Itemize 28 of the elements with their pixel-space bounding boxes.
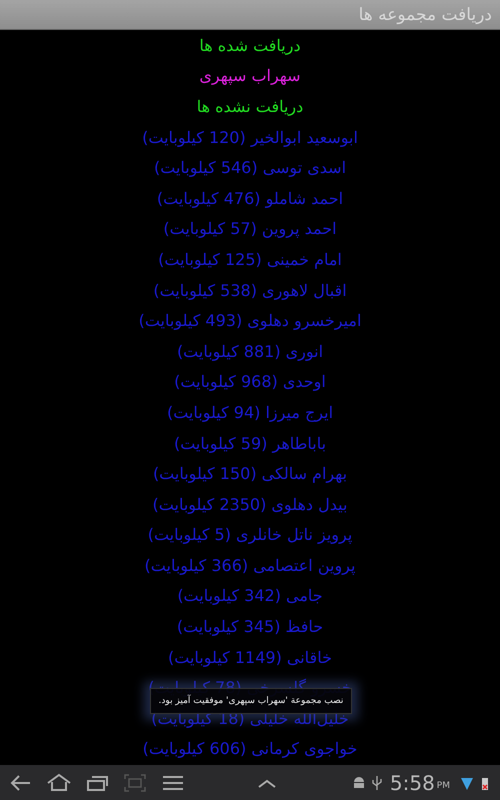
- collection-item[interactable]: جامی (342 کیلوبایت): [177, 580, 323, 612]
- collection-item[interactable]: امام خمینی (125 کیلوبایت): [158, 244, 342, 275]
- collection-item[interactable]: بیدل دهلوی (2350 کیلوبایت): [152, 488, 348, 520]
- collection-item[interactable]: حافظ (345 کیلوبایت): [176, 611, 324, 642]
- toast-message: نصب مجموعة 'سهراب سپهری' موفقیت آمیز بود.: [158, 696, 344, 706]
- collection-item[interactable]: خواجوی کرمانی (606 کیلوبایت): [142, 734, 358, 764]
- collection-item[interactable]: احمد شاملو (476 کیلوبایت): [156, 182, 344, 214]
- collection-item[interactable]: باباطاهر (59 کیلوبایت): [174, 428, 326, 458]
- section-heading: دریافت شده ها: [199, 34, 301, 57]
- collection-item[interactable]: پرویز ناتل خانلری (5 کیلوبایت): [148, 520, 352, 550]
- clock-ampm: PM: [436, 780, 450, 790]
- collection-item[interactable]: اقبال لاهوری (538 کیلوبایت): [153, 274, 347, 306]
- collection-item[interactable]: خاقانی (1149 کیلوبایت): [168, 642, 332, 672]
- collection-item[interactable]: انوری (881 کیلوبایت): [176, 336, 324, 367]
- clock-time: 5:58: [390, 770, 435, 794]
- collection-item[interactable]: اسدی توسی (546 کیلوبایت): [154, 152, 346, 183]
- collection-item[interactable]: احمد پروین (57 کیلوبایت): [163, 214, 337, 244]
- collection-item[interactable]: امیرخسرو دهلوی (493 کیلوبایت): [138, 305, 362, 336]
- usb-icon: [370, 774, 384, 790]
- section-heading: سهراب سپهری: [199, 65, 301, 88]
- window-title: دریافت مجموعه ها: [358, 4, 492, 24]
- collection-item[interactable]: بهرام سالکی (150 کیلوبایت): [152, 458, 348, 489]
- collection-item[interactable]: پروین اعتصامی (366 کیلوبایت): [144, 550, 356, 581]
- collection-item[interactable]: ایرج میرزا (94 کیلوبایت): [166, 397, 334, 428]
- collection-item[interactable]: ابوسعید ابوالخیر (120 کیلوبایت): [142, 122, 358, 152]
- home-icon[interactable]: [46, 772, 72, 794]
- collection-item[interactable]: اوحدی (968 کیلوبایت): [174, 366, 326, 398]
- section-heading: دریافت نشده ها: [196, 96, 304, 118]
